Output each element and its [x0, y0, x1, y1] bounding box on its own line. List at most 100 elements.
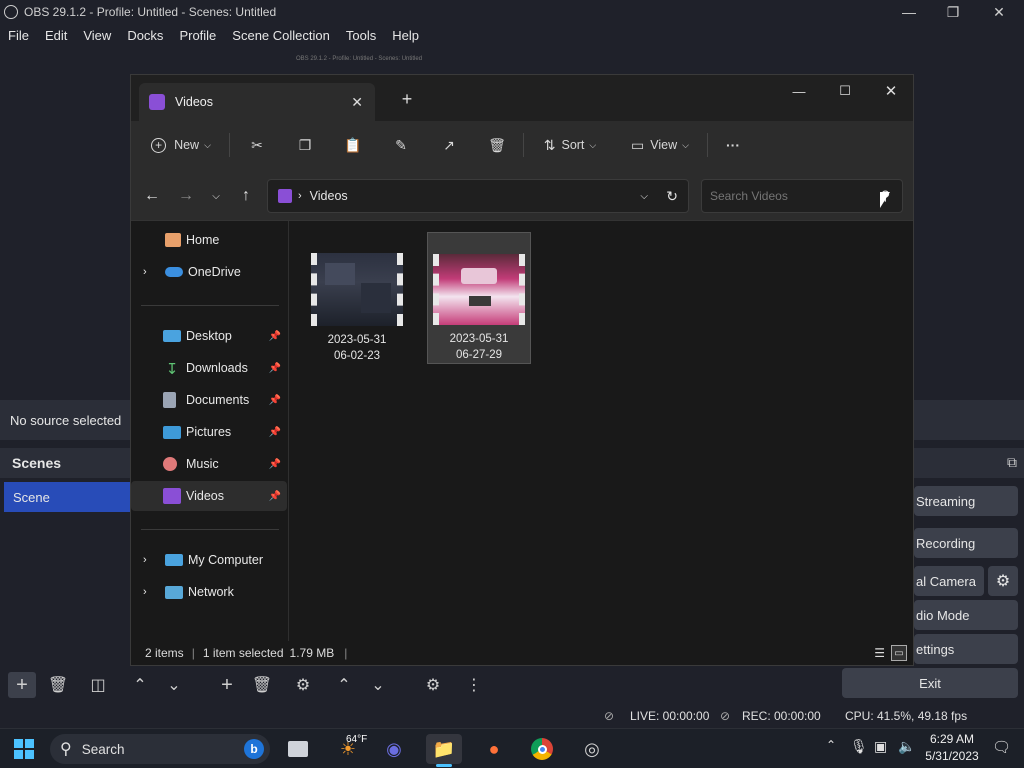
pin-icon[interactable]: 📌	[269, 459, 281, 470]
nav-network[interactable]: › Network	[131, 577, 287, 607]
add-scene-plus-icon[interactable]: +	[8, 672, 36, 698]
details-view-icon[interactable]: ☰	[874, 646, 885, 660]
scene-list-item[interactable]: Scene	[4, 482, 130, 512]
file-item[interactable]: 2023-05-31 06-02-23	[305, 232, 409, 364]
nav-videos[interactable]: Videos 📌	[131, 481, 287, 511]
file-explorer-folder-icon[interactable]: 📁	[426, 734, 462, 764]
menu-tools[interactable]: Tools	[338, 28, 384, 43]
obs-studio-icon[interactable]: ◎	[574, 734, 610, 764]
show-hidden-icons-chevron-icon[interactable]: ⌃	[826, 738, 836, 752]
share-icon[interactable]: ↗	[435, 131, 463, 159]
start-recording-button[interactable]: Recording	[914, 528, 1018, 558]
audio-mixer-menu-dots-icon[interactable]: ⋮	[460, 672, 488, 698]
bing-icon: b	[244, 739, 264, 759]
audio-mixer-settings-icon[interactable]: ⚙	[419, 672, 447, 698]
scene-filters-icon[interactable]: ◫	[84, 672, 112, 698]
delete-trash-icon[interactable]: 🗑	[483, 131, 511, 159]
nav-my-computer[interactable]: › My Computer	[131, 545, 287, 575]
nav-desktop[interactable]: Desktop 📌	[131, 321, 287, 351]
new-button[interactable]: + New ⌵	[145, 131, 217, 159]
start-windows-icon[interactable]	[6, 734, 42, 764]
close-tab-icon[interactable]: ✕	[351, 94, 363, 111]
clock[interactable]: 6:29 AM 5/31/2023	[920, 731, 984, 765]
studio-mode-button[interactable]: dio Mode	[914, 600, 1018, 630]
explorer-close-button[interactable]: ✕	[871, 79, 911, 103]
address-dropdown-chevron-icon[interactable]: ⌵	[640, 191, 648, 202]
menu-help[interactable]: Help	[384, 28, 427, 43]
address-bar[interactable]: › Videos ⌵ ↻	[267, 179, 689, 213]
move-source-up-chevron-icon[interactable]: ⌃	[330, 672, 358, 698]
obs-maximize-button[interactable]: ❐	[930, 0, 976, 24]
chrome-browser-icon[interactable]	[524, 734, 560, 764]
menu-file[interactable]: File	[0, 28, 37, 43]
nav-music[interactable]: Music 📌	[131, 449, 287, 479]
expand-chevron-icon[interactable]: ›	[143, 266, 165, 278]
file-item-selected[interactable]: 2023-05-31 06-27-29	[427, 232, 531, 364]
microphone-icon[interactable]: 🎙	[850, 738, 868, 755]
nav-onedrive[interactable]: › OneDrive	[131, 257, 287, 287]
add-source-plus-icon[interactable]: +	[213, 672, 241, 698]
new-tab-plus-icon[interactable]: +	[395, 87, 419, 111]
move-scene-down-chevron-icon[interactable]: ⌄	[160, 672, 188, 698]
sort-label: Sort	[561, 138, 585, 152]
paste-clipboard-icon[interactable]: 📋	[339, 131, 367, 159]
recent-locations-chevron-icon[interactable]: ⌵	[207, 185, 225, 207]
pin-icon[interactable]: 📌	[269, 491, 281, 502]
rename-icon[interactable]: ✎	[387, 131, 415, 159]
menu-edit[interactable]: Edit	[37, 28, 75, 43]
pin-icon[interactable]: 📌	[269, 363, 281, 374]
up-arrow-icon[interactable]: ↑	[235, 185, 257, 207]
refresh-icon[interactable]: ↻	[666, 188, 678, 205]
view-button[interactable]: ▭ View ⌵	[625, 131, 695, 159]
back-arrow-icon[interactable]: ←	[141, 185, 163, 207]
menu-view[interactable]: View	[75, 28, 119, 43]
virtual-camera-button[interactable]: al Camera	[914, 566, 984, 596]
move-source-down-chevron-icon[interactable]: ⌄	[364, 672, 392, 698]
remove-source-trash-icon[interactable]: 🗑	[248, 672, 276, 698]
virtual-camera-settings-gear-icon[interactable]: ⚙	[988, 566, 1018, 596]
start-streaming-button[interactable]: Streaming	[914, 486, 1018, 516]
tiles-view-icon[interactable]: ▭	[891, 645, 907, 661]
nav-home[interactable]: Home	[131, 225, 287, 255]
nav-pictures[interactable]: Pictures 📌	[131, 417, 287, 447]
nav-documents[interactable]: Documents 📌	[131, 385, 287, 415]
tab-videos[interactable]: Videos ✕	[139, 83, 375, 121]
explorer-minimize-button[interactable]: —	[779, 79, 819, 103]
taskbar-search-box[interactable]: ⚲ Search b	[50, 734, 270, 764]
remove-scene-trash-icon[interactable]: 🗑	[44, 672, 72, 698]
menu-docks[interactable]: Docks	[119, 28, 171, 43]
obs-minimize-button[interactable]: —	[886, 0, 932, 24]
search-input[interactable]	[710, 189, 860, 203]
expand-chevron-icon[interactable]: ›	[143, 586, 165, 598]
sort-button[interactable]: ⇅ Sort ⌵	[535, 131, 605, 159]
menu-scene-collection[interactable]: Scene Collection	[224, 28, 338, 43]
pin-icon[interactable]: 📌	[269, 395, 281, 406]
nav-downloads[interactable]: ↧ Downloads 📌	[131, 353, 287, 383]
settings-button[interactable]: ettings	[914, 634, 1018, 664]
task-view-icon[interactable]	[280, 734, 316, 764]
pin-icon[interactable]: 📌	[269, 427, 281, 438]
teams-chat-icon[interactable]: ◉	[376, 734, 412, 764]
obs-menubar: File Edit View Docks Profile Scene Colle…	[0, 24, 1024, 46]
undock-icon[interactable]: ⧉	[1002, 452, 1022, 472]
copy-icon[interactable]: ❐	[291, 131, 319, 159]
network-status-icon[interactable]: ▣	[874, 738, 887, 755]
more-options-ellipsis-icon[interactable]: ···	[719, 131, 747, 159]
volume-speaker-icon[interactable]: 🔈	[898, 738, 915, 755]
menu-profile[interactable]: Profile	[171, 28, 224, 43]
firefox-browser-icon[interactable]: ●	[476, 734, 512, 764]
breadcrumb-videos[interactable]: Videos	[310, 189, 348, 203]
cut-scissors-icon[interactable]: ✂	[243, 131, 271, 159]
pin-icon[interactable]: 📌	[269, 331, 281, 342]
weather-temperature: 64°F	[346, 734, 368, 745]
obs-close-button[interactable]: ✕	[976, 0, 1022, 24]
explorer-maximize-button[interactable]: ☐	[825, 79, 865, 103]
exit-button[interactable]: Exit	[842, 668, 1018, 698]
search-box[interactable]: ⚲	[701, 179, 903, 213]
music-icon	[163, 457, 177, 471]
move-scene-up-chevron-icon[interactable]: ⌃	[126, 672, 154, 698]
forward-arrow-icon[interactable]: →	[175, 185, 197, 207]
source-properties-gear-icon[interactable]: ⚙	[289, 672, 317, 698]
expand-chevron-icon[interactable]: ›	[143, 554, 165, 566]
notifications-icon[interactable]: 🗨	[992, 738, 1011, 756]
